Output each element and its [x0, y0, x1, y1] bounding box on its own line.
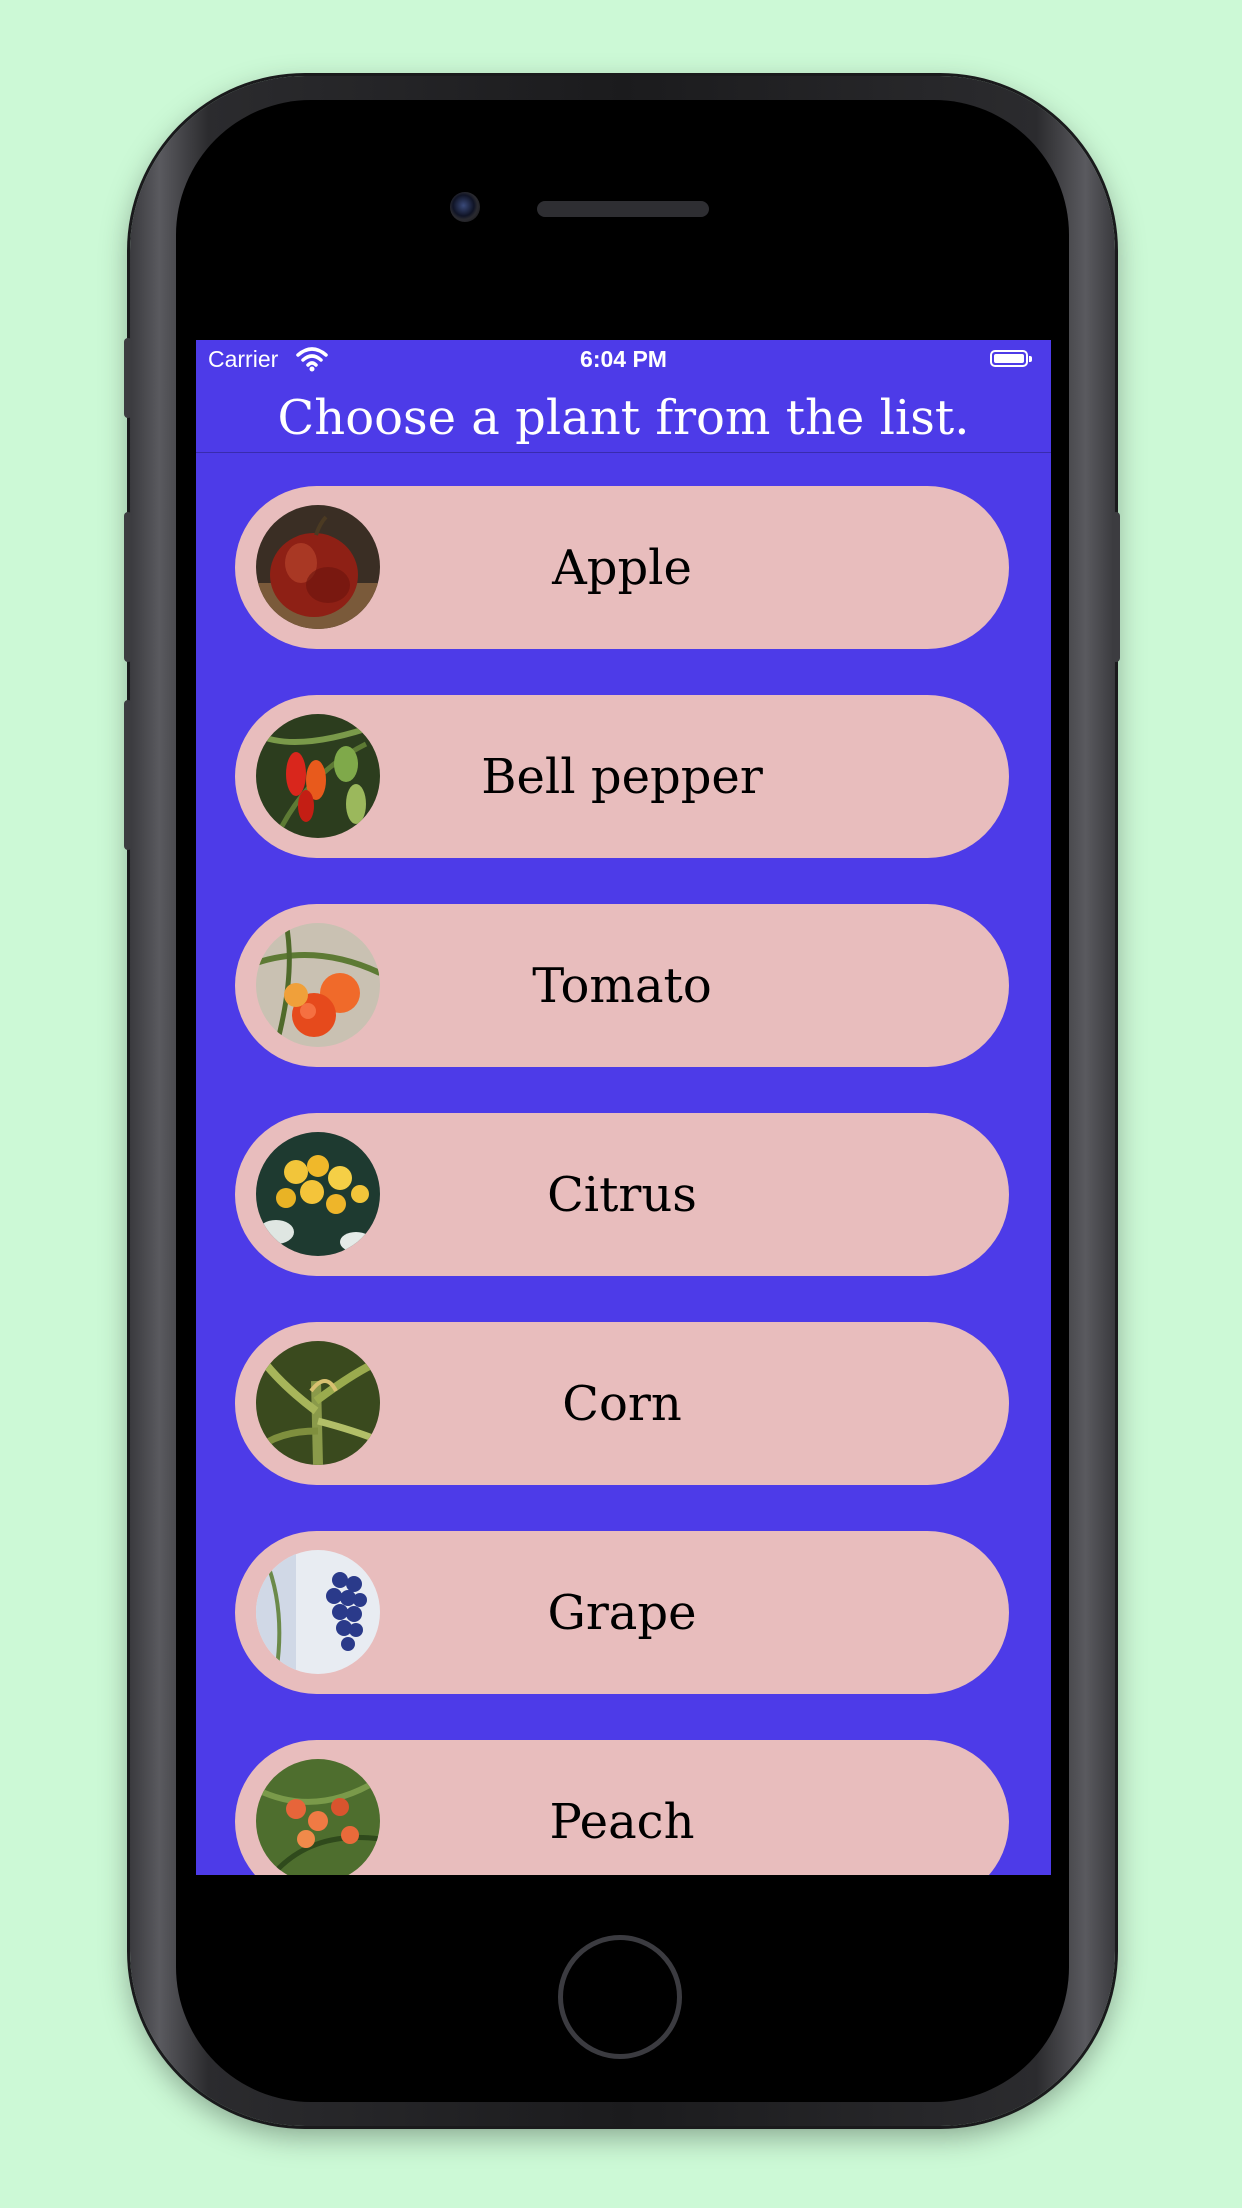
- power-button: [1112, 512, 1120, 662]
- plant-name: Grape: [547, 1584, 697, 1641]
- plant-row-bell-pepper[interactable]: Bell pepper: [235, 695, 1009, 858]
- plant-name: Citrus: [547, 1166, 697, 1223]
- plant-name: Apple: [552, 539, 692, 596]
- battery-icon: [990, 350, 1032, 367]
- plant-row-grape[interactable]: Grape: [235, 1531, 1009, 1694]
- status-bar: Carrier 6:04 PM: [196, 340, 1051, 380]
- status-time: 6:04 PM: [580, 346, 667, 372]
- plant-name: Peach: [549, 1793, 695, 1850]
- plant-row-peach[interactable]: Peach: [235, 1740, 1009, 1875]
- plant-name: Corn: [562, 1375, 682, 1432]
- earpiece-speaker: [537, 201, 709, 217]
- navigation-bar: Choose a plant from the list.: [196, 380, 1051, 453]
- plant-name: Tomato: [532, 957, 712, 1014]
- home-button[interactable]: [558, 1935, 682, 2059]
- plant-row-apple[interactable]: Apple: [235, 486, 1009, 649]
- plant-row-corn[interactable]: Corn: [235, 1322, 1009, 1485]
- page-title: Choose a plant from the list.: [277, 390, 970, 446]
- app-screen: Carrier 6:04 PM Choose a plant from the …: [196, 340, 1051, 1875]
- plant-row-citrus[interactable]: Citrus: [235, 1113, 1009, 1276]
- plant-row-tomato[interactable]: Tomato: [235, 904, 1009, 1067]
- volume-down-button: [124, 700, 132, 850]
- silent-switch: [124, 338, 132, 418]
- plant-name: Bell pepper: [481, 748, 763, 805]
- volume-up-button: [124, 512, 132, 662]
- front-camera: [450, 192, 480, 222]
